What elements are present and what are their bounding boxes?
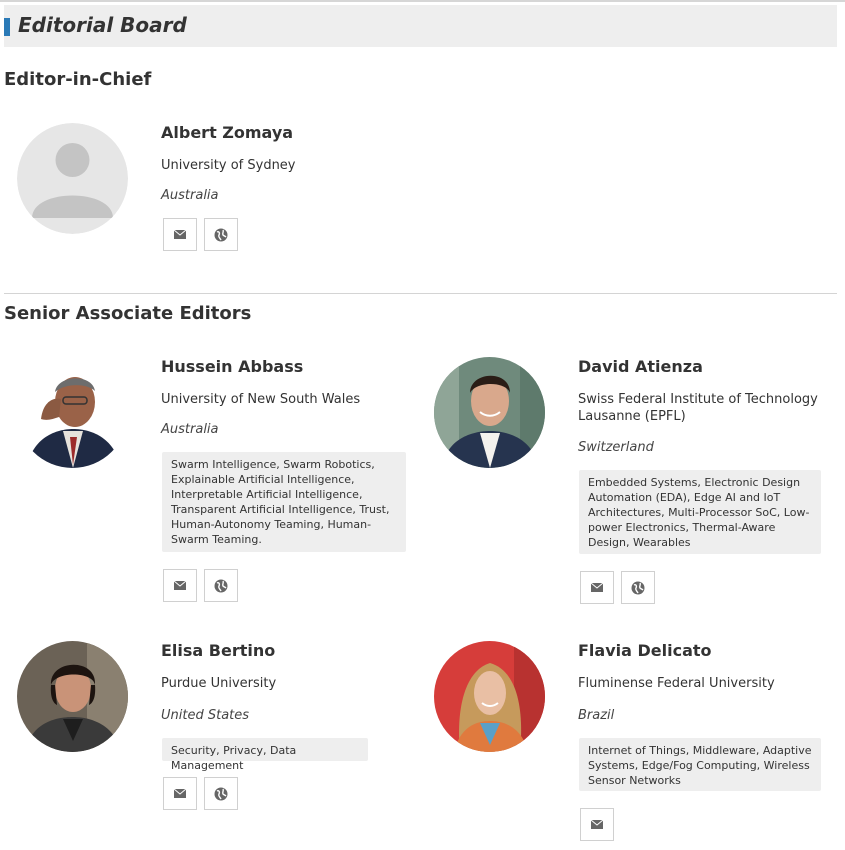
editor-institution: University of New South Wales (161, 392, 361, 407)
email-button[interactable] (580, 571, 614, 604)
avatar (17, 123, 128, 234)
editor-card-flavia-delicato: Flavia Delicato Fluminense Federal Unive… (434, 641, 834, 846)
top-border (0, 0, 845, 2)
section-title-senior-associate-editors: Senior Associate Editors (4, 303, 252, 324)
research-interests: Security, Privacy, Data Management (162, 738, 368, 772)
editorial-board-header: Editorial Board (4, 5, 837, 47)
website-button[interactable] (204, 569, 238, 602)
envelope-icon (174, 230, 186, 239)
editor-name[interactable]: Elisa Bertino (161, 641, 275, 660)
editor-photo (17, 641, 128, 752)
editor-institution: Purdue University (161, 676, 277, 691)
globe-icon (214, 787, 228, 800)
globe-icon (214, 228, 228, 241)
envelope-icon (174, 581, 186, 590)
editor-card-chief: Albert Zomaya University of Sydney Austr… (17, 123, 417, 258)
research-interests: Embedded Systems, Electronic Design Auto… (579, 470, 821, 554)
website-button[interactable] (204, 777, 238, 810)
editor-institution: Fluminense Federal University (578, 676, 775, 691)
editor-institution: Swiss Federal Institute of Technology La… (578, 392, 818, 424)
envelope-icon (591, 820, 603, 829)
editor-country: Australia (161, 188, 219, 203)
research-interests: Swarm Intelligence, Swarm Robotics, Expl… (162, 452, 406, 552)
research-interests: Internet of Things, Middleware, Adaptive… (579, 738, 821, 791)
envelope-icon (591, 583, 603, 592)
editor-card-elisa-bertino: Elisa Bertino Purdue University United S… (17, 641, 417, 816)
editor-name[interactable]: Flavia Delicato (578, 641, 712, 660)
editor-photo (434, 641, 545, 752)
email-button[interactable] (163, 218, 197, 251)
editor-name[interactable]: Hussein Abbass (161, 357, 303, 376)
editor-card-david-atienza: David Atienza Swiss Federal Institute of… (434, 357, 834, 607)
editor-country: Switzerland (578, 440, 654, 455)
editor-photo (17, 357, 128, 468)
email-button[interactable] (580, 808, 614, 841)
editor-name[interactable]: Albert Zomaya (161, 123, 293, 142)
website-button[interactable] (621, 571, 655, 604)
editor-name[interactable]: David Atienza (578, 357, 703, 376)
editor-card-hussein-abbass: Hussein Abbass University of New South W… (17, 357, 417, 607)
editor-country: United States (161, 708, 250, 723)
section-divider (4, 293, 837, 294)
section-title-editor-in-chief: Editor-in-Chief (4, 69, 152, 90)
globe-icon (214, 579, 228, 592)
editor-country: Brazil (578, 708, 615, 723)
editor-country: Australia (161, 422, 219, 437)
globe-icon (631, 581, 645, 594)
email-button[interactable] (163, 777, 197, 810)
email-button[interactable] (163, 569, 197, 602)
page-title: Editorial Board (18, 13, 187, 37)
header-accent-bar (4, 18, 10, 36)
editor-photo (434, 357, 545, 468)
envelope-icon (174, 789, 186, 798)
editor-institution: University of Sydney (161, 158, 296, 173)
website-button[interactable] (204, 218, 238, 251)
